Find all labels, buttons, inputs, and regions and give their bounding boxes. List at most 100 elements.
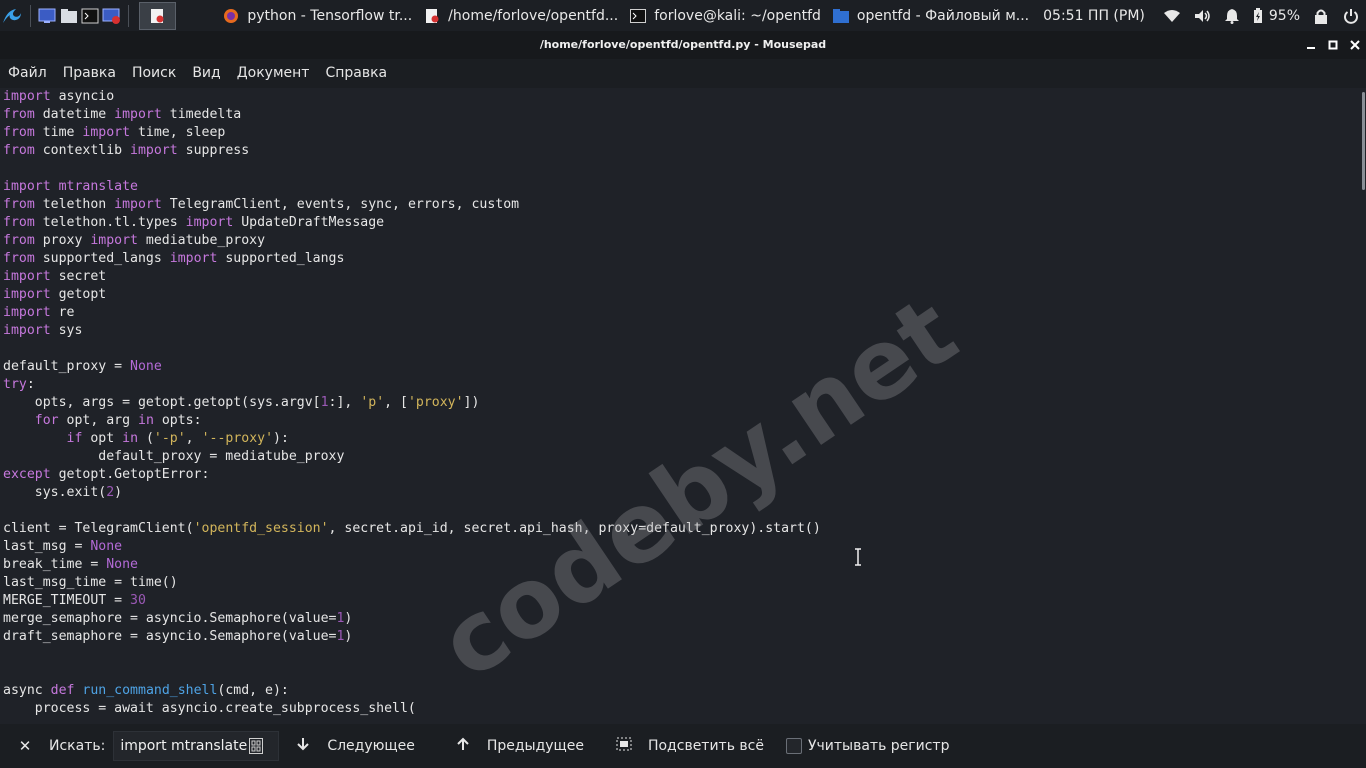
code-line[interactable]: import asyncio <box>3 88 821 106</box>
scrollbar-thumb[interactable] <box>1362 92 1365 190</box>
kali-menu-icon[interactable] <box>0 0 24 31</box>
vertical-scrollbar[interactable] <box>1361 88 1366 724</box>
code-token: ): <box>273 431 289 446</box>
code-line[interactable]: for opt, arg in opts: <box>3 412 821 430</box>
code-line[interactable] <box>3 160 821 178</box>
code-line[interactable] <box>3 502 821 520</box>
code-line[interactable]: import re <box>3 304 821 322</box>
code-token: 1 <box>320 395 329 410</box>
code-line[interactable]: import secret <box>3 268 821 286</box>
code-line[interactable]: from time import time, sleep <box>3 124 821 142</box>
find-next-label: Следующее <box>327 738 415 754</box>
menu-search[interactable]: Поиск <box>124 59 184 88</box>
code-line[interactable]: from telethon import TelegramClient, eve… <box>3 196 821 214</box>
code-editor[interactable]: import asyncio from datetime import timed… <box>0 88 1366 724</box>
code-token: from <box>3 215 35 230</box>
volume-icon[interactable] <box>1191 0 1213 31</box>
clock[interactable]: 05:51 ПП (PM) <box>1043 8 1145 24</box>
code-token: opts, args = getopt.getopt(sys.argv[ <box>3 395 321 410</box>
code-line[interactable] <box>3 664 821 682</box>
code-token: '-p' <box>153 431 186 446</box>
code-line[interactable]: from telethon.tl.types import UpdateDraf… <box>3 214 821 232</box>
task-firefox[interactable]: python - Tensorflow tr... <box>217 0 418 31</box>
code-line[interactable]: async def run_command_shell(cmd, e): <box>3 682 821 700</box>
code-line[interactable]: import getopt <box>3 286 821 304</box>
code-token: 'opentfd_session' <box>193 521 329 536</box>
task-file-manager[interactable]: opentfd - Файловый м... <box>827 0 1035 31</box>
panel-separator <box>30 4 31 27</box>
lock-screen-icon[interactable] <box>1310 0 1332 31</box>
code-line[interactable]: default_proxy = None <box>3 358 821 376</box>
code-line[interactable]: from proxy import mediatube_proxy <box>3 232 821 250</box>
code-token: ]) <box>463 395 480 410</box>
code-line[interactable]: from contextlib import suppress <box>3 142 821 160</box>
search-input[interactable]: import mtranslate <box>113 731 280 761</box>
screenshot-launcher-icon[interactable] <box>101 0 122 31</box>
code-token: ) <box>114 485 123 500</box>
find-next-button[interactable]: Следующее <box>295 737 415 755</box>
code-line[interactable]: try: <box>3 376 821 394</box>
match-case-checkbox[interactable]: Учитывать регистр <box>785 738 949 754</box>
maximize-button[interactable] <box>1322 31 1344 59</box>
code-line[interactable]: except getopt.GetoptError: <box>3 466 821 484</box>
minimize-button[interactable] <box>1300 31 1322 59</box>
window-titlebar[interactable]: /home/forlove/opentfd/opentfd.py - Mouse… <box>0 31 1366 59</box>
code-token: contextlib <box>34 143 131 158</box>
code-line[interactable]: sys.exit(2) <box>3 484 821 502</box>
code-line[interactable]: from supported_langs import supported_la… <box>3 250 821 268</box>
code-line[interactable]: import mtranslate <box>3 178 821 196</box>
code-token: except <box>3 467 51 482</box>
highlight-all-button[interactable]: Подсветить всё <box>616 737 764 755</box>
file-manager-launcher-icon[interactable] <box>58 0 79 31</box>
code-token: , secret.api_id, secret.api_hash, proxy=… <box>328 521 821 536</box>
code-text-area[interactable]: import asyncio from datetime import timed… <box>3 88 821 718</box>
menu-bar: Файл Правка Поиск Вид Документ Справка <box>0 59 1366 88</box>
close-window-button[interactable] <box>1344 31 1366 59</box>
code-line[interactable]: break_time = None <box>3 556 821 574</box>
code-token: opt <box>82 431 123 446</box>
code-line[interactable]: default_proxy = mediatube_proxy <box>3 448 821 466</box>
task-terminal[interactable]: forlove@kali: ~/opentfd <box>624 0 827 31</box>
code-line[interactable]: merge_semaphore = asyncio.Semaphore(valu… <box>3 610 821 628</box>
code-token: merge_semaphore = asyncio.Semaphore(valu… <box>3 611 337 626</box>
code-line[interactable] <box>3 340 821 358</box>
highlight-all-label: Подсветить всё <box>647 738 764 754</box>
code-line[interactable]: MERGE_TIMEOUT = 30 <box>3 592 821 610</box>
menu-edit[interactable]: Правка <box>55 59 124 88</box>
task-label: python - Tensorflow tr... <box>247 7 413 24</box>
code-token: import <box>185 215 234 230</box>
code-token: telethon.tl.types <box>34 215 186 230</box>
menu-file[interactable]: Файл <box>0 59 55 88</box>
code-line[interactable]: import sys <box>3 322 821 340</box>
find-previous-button[interactable]: Предыдущее <box>455 737 584 755</box>
power-icon[interactable] <box>1340 0 1362 31</box>
code-line[interactable]: opts, args = getopt.getopt(sys.argv[1:],… <box>3 394 821 412</box>
code-line[interactable]: process = await asyncio.create_subproces… <box>3 700 821 718</box>
show-desktop-icon[interactable] <box>37 0 58 31</box>
terminal-launcher-icon[interactable] <box>79 0 100 31</box>
code-line[interactable] <box>3 646 821 664</box>
code-line[interactable]: last_msg_time = time() <box>3 574 821 592</box>
notification-bell-icon[interactable] <box>1221 0 1243 31</box>
task-mousepad[interactable]: /home/forlove/opentfd... <box>418 0 624 31</box>
close-search-icon[interactable]: ✕ <box>15 737 35 755</box>
code-line[interactable]: from datetime import timedelta <box>3 106 821 124</box>
battery-icon[interactable] <box>1251 0 1265 31</box>
code-token: mtranslate <box>58 179 138 194</box>
menu-document[interactable]: Документ <box>229 59 318 88</box>
code-line[interactable]: last_msg = None <box>3 538 821 556</box>
code-token: ( <box>138 431 154 446</box>
code-line[interactable]: draft_semaphore = asyncio.Semaphore(valu… <box>3 628 821 646</box>
workspace-switcher[interactable] <box>138 1 177 30</box>
checkbox-box[interactable] <box>785 738 802 754</box>
input-method-icon <box>249 738 264 754</box>
code-token: import <box>3 269 51 284</box>
code-line[interactable]: if opt in ('-p', '--proxy'): <box>3 430 821 448</box>
code-token: : <box>26 377 35 392</box>
battery-percent: 95% <box>1268 7 1300 24</box>
code-line[interactable]: client = TelegramClient('opentfd_session… <box>3 520 821 538</box>
menu-view[interactable]: Вид <box>184 59 228 88</box>
menu-help[interactable]: Справка <box>317 59 395 88</box>
wifi-icon[interactable] <box>1161 0 1183 31</box>
